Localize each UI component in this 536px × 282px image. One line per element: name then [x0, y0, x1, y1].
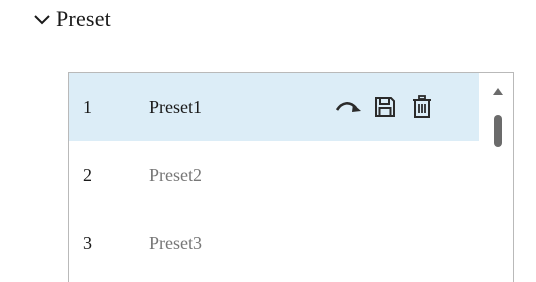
- preset-list: 1 Preset1 2 Preset2 3 Preset3: [68, 72, 514, 282]
- row-actions: [333, 73, 433, 141]
- preset-row-2[interactable]: 2 Preset2: [69, 141, 479, 209]
- preset-row-3[interactable]: 3 Preset3: [69, 209, 479, 277]
- save-icon[interactable]: [373, 95, 397, 119]
- section-title: Preset: [56, 6, 111, 31]
- chevron-down-icon: [32, 12, 52, 26]
- preset-name: Preset2: [149, 164, 202, 185]
- delete-icon[interactable]: [411, 94, 433, 120]
- preset-section-header[interactable]: Preset: [32, 5, 111, 33]
- preset-name: Preset1: [149, 96, 202, 117]
- preset-rows: 1 Preset1 2 Preset2 3 Preset3: [69, 73, 479, 277]
- preset-number: 2: [83, 164, 92, 185]
- preset-number: 1: [83, 96, 92, 117]
- scroll-up-arrow-icon[interactable]: [492, 83, 504, 101]
- preset-row-1[interactable]: 1 Preset1: [69, 73, 479, 141]
- call-preset-icon[interactable]: [333, 97, 363, 117]
- scrollbar-thumb[interactable]: [494, 115, 502, 147]
- scrollbar[interactable]: [483, 73, 513, 282]
- preset-number: 3: [83, 232, 92, 253]
- preset-name: Preset3: [149, 232, 202, 253]
